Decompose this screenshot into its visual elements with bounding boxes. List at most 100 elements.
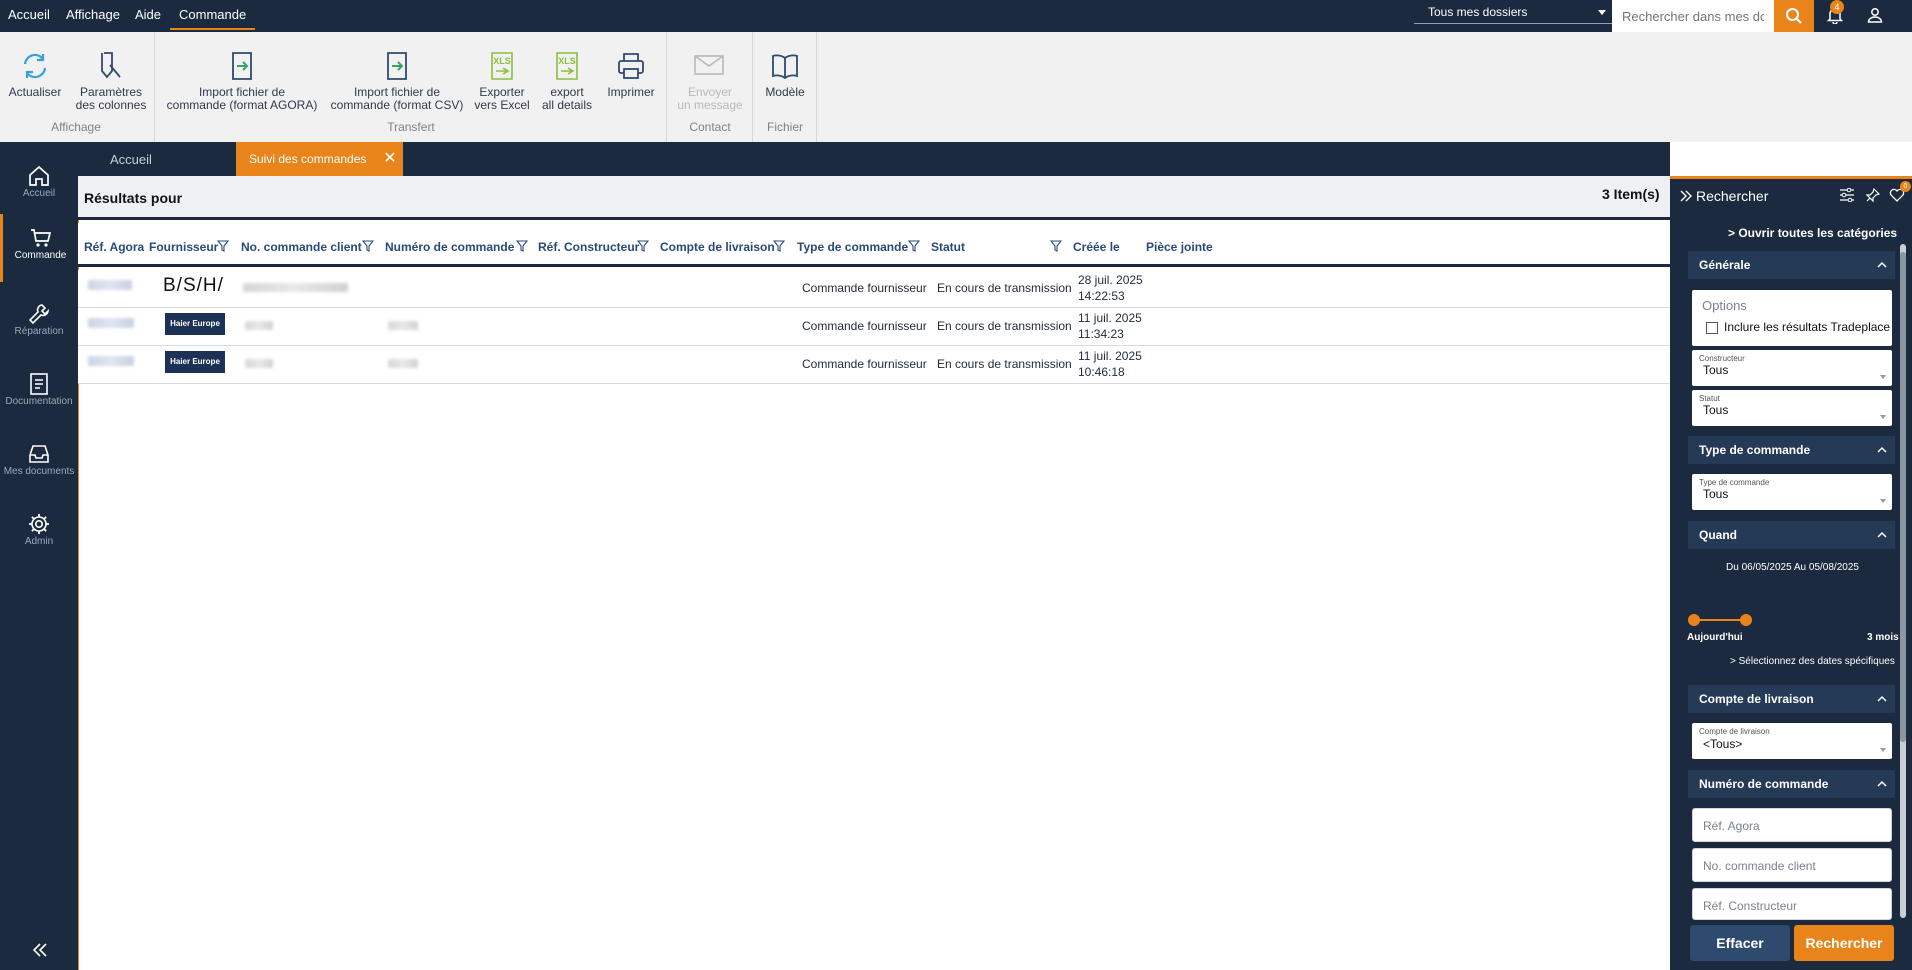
group-transfert-label: Transfert [387,120,435,134]
slider-start-handle[interactable] [1688,614,1700,626]
column-settings-button[interactable]: Paramètres des colonnes [72,46,150,112]
filter-icon[interactable] [217,240,229,252]
nav-admin[interactable]: Admin [0,500,78,566]
filter-settings-button[interactable] [1838,186,1856,204]
import-csv-button[interactable]: Import fichier de commande (format CSV) [326,46,468,112]
document-icon [30,373,48,395]
filter-icon[interactable] [516,240,528,252]
ribbon-separator [816,32,817,142]
group-fichier-label: Fichier [766,120,803,134]
col-no-commande-client[interactable]: No. commande client [241,240,362,254]
section-compte-livraison[interactable]: Compte de livraison [1688,685,1895,713]
menu-commande[interactable]: Commande [170,0,256,30]
nav-admin-label: Admin [24,536,54,547]
compte-livraison-select[interactable]: Compte de livraison <Tous> [1692,723,1892,759]
ref-constructeur-input[interactable]: Réf. Constructeur [1692,888,1892,920]
column-settings-icon [101,52,121,79]
filter-icon[interactable] [362,240,374,252]
search-button[interactable] [1774,0,1814,32]
order-type: Commande fournisseur [802,281,927,295]
section-quand[interactable]: Quand [1688,521,1895,549]
col-numero-commande[interactable]: Numéro de commande [385,240,514,254]
col-ref-constructeur[interactable]: Réf. Constructeur [538,240,639,254]
user-icon [1867,8,1883,23]
nav-reparation-label: Réparation [14,326,64,337]
chevron-down-icon [1880,415,1886,419]
constructeur-select-value: Tous [1703,363,1729,377]
no-commande-client-input[interactable]: No. commande client [1692,848,1892,882]
template-button[interactable]: Modèle [754,46,816,99]
constructeur-select[interactable]: Constructeur Tous [1692,350,1892,386]
ref-agora-value[interactable] [88,280,132,290]
col-compte-livraison[interactable]: Compte de livraison [660,240,775,254]
folder-select[interactable]: Tous mes dossiers [1414,2,1612,24]
refresh-icon [23,53,47,79]
menu-accueil[interactable]: Accueil [8,0,50,30]
nav-accueil[interactable]: Accueil [0,152,78,218]
menu-affichage[interactable]: Affichage [66,0,120,30]
col-statut[interactable]: Statut [931,240,965,254]
chevron-down-icon [1598,10,1606,15]
pin-button[interactable] [1864,186,1882,204]
clear-button[interactable]: Effacer [1690,925,1790,961]
statut-select-label: Statut [1699,394,1720,403]
ref-agora-value[interactable] [88,318,134,328]
panel-scrollbar-thumb[interactable] [1900,252,1906,742]
section-numero-commande[interactable]: Numéro de commande [1688,770,1895,798]
ref-agora-input[interactable]: Réf. Agora [1692,808,1892,842]
col-ref-agora[interactable]: Réf. Agora [84,240,144,254]
tab-accueil[interactable]: Accueil [110,152,152,167]
ref-agora-value[interactable] [88,356,134,366]
collapse-nav-button[interactable] [28,938,52,962]
chevron-down-icon [1880,375,1886,379]
filter-icon[interactable] [637,240,649,252]
period-slider[interactable] [1688,614,1884,626]
filter-icon[interactable] [908,240,920,252]
import-agora-button[interactable]: Import fichier de commande (format AGORA… [164,46,320,112]
menu-aide[interactable]: Aide [135,0,161,30]
close-tab-icon[interactable]: ✕ [380,142,400,176]
chevron-down-icon [1880,748,1886,752]
order-time: 14:22:53 [1078,289,1125,303]
print-button[interactable]: Imprimer [602,46,660,99]
xls-text: XLS [558,56,576,66]
group-contact-label: Contact [689,120,731,134]
search-icon [1786,8,1802,24]
tradeplace-checkbox[interactable] [1706,322,1718,334]
col-fournisseur[interactable]: Fournisseur [149,240,218,254]
nav-commande[interactable]: Commande [0,214,78,282]
submit-search-button[interactable]: Rechercher [1794,925,1894,961]
type-commande-select[interactable]: Type de commande Tous [1692,474,1892,510]
section-type-commande[interactable]: Type de commande [1688,436,1895,464]
section-generale[interactable]: Générale [1688,251,1895,279]
nav-mes-documents[interactable]: Mes documents [0,430,78,496]
col-type-commande[interactable]: Type de commande [797,240,908,254]
nav-mes-documents-label: Mes documents [3,466,75,477]
global-search-input[interactable] [1612,0,1774,32]
open-all-categories-link[interactable]: > Ouvrir toutes les catégories [1728,226,1897,240]
ribbon-separator [154,32,155,142]
double-chevron-right-icon[interactable] [1680,190,1692,202]
nav-documentation[interactable]: Documentation [0,360,78,426]
gear-icon [29,514,49,534]
refresh-button[interactable]: Actualiser [6,46,64,99]
tab-suivi-commandes[interactable]: Suivi des commandes [236,142,403,176]
order-date: 11 juil. 2025 [1078,311,1142,325]
export-excel-label-2: vers Excel [474,98,530,112]
export-excel-button[interactable]: XLS Exporter vers Excel [472,46,532,112]
col-creee-le[interactable]: Créée le [1073,240,1120,254]
slider-track [1694,619,1746,621]
import-file-icon [387,52,407,80]
slider-end-handle[interactable] [1740,614,1752,626]
filter-icon[interactable] [1050,240,1062,252]
specific-dates-link[interactable]: > Sélectionnez des dates spécifiques [1730,656,1895,667]
filter-icon[interactable] [773,240,785,252]
user-account-button[interactable] [1860,2,1890,28]
statut-select[interactable]: Statut Tous [1692,390,1892,426]
chevron-up-icon [1877,531,1887,538]
export-all-details-button[interactable]: XLS export all details [536,46,598,112]
send-message-button[interactable]: Envoyer un message [668,46,752,112]
order-number-value [388,321,418,330]
nav-reparation[interactable]: Réparation [0,290,78,356]
col-piece-jointe[interactable]: Pièce jointe [1146,240,1213,254]
